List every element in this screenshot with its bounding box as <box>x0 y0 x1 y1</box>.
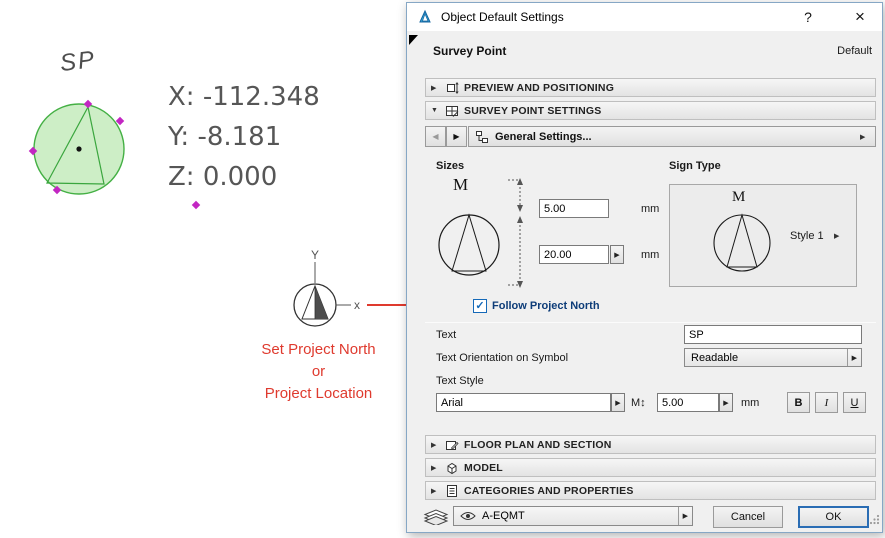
text-style-label: Text Style <box>436 375 484 387</box>
coordinate-y: Y: -8.181 <box>168 122 281 152</box>
preview-positioning-icon <box>445 81 459 95</box>
dropdown-arrow-icon: ▶ <box>847 349 861 366</box>
symbol-size-preview <box>437 212 501 278</box>
coordinate-z: Z: 0.000 <box>168 162 277 192</box>
current-settings-page: General Settings... <box>495 131 592 143</box>
font-size-input[interactable] <box>657 393 719 412</box>
sign-type-preview-box[interactable]: M Style 1 ▶ <box>669 184 857 287</box>
text-orientation-dropdown[interactable]: Readable ▶ <box>684 348 862 367</box>
x-axis-label: x <box>354 298 360 312</box>
dropdown-arrow-icon: ▶ <box>678 507 692 525</box>
layer-name: A-EQMT <box>482 510 525 522</box>
font-size-flyout[interactable]: ▶ <box>719 393 733 412</box>
collapse-arrow-icon: ▶ <box>431 487 440 495</box>
layers-icon[interactable] <box>423 507 449 525</box>
nav-back-button[interactable]: ◀ <box>425 126 446 147</box>
font-size-unit: mm <box>741 397 759 409</box>
object-tool-icon <box>417 9 433 25</box>
floor-plan-icon <box>445 438 459 452</box>
eye-icon <box>460 511 476 521</box>
help-button[interactable]: ? <box>796 9 820 25</box>
general-settings-selector[interactable]: General Settings... ▶ <box>468 126 876 147</box>
close-button[interactable]: × <box>848 7 872 27</box>
element-type-label: Survey Point <box>433 44 506 58</box>
cancel-button[interactable]: Cancel <box>713 506 783 528</box>
panel-preview-and-positioning[interactable]: ▶ PREVIEW AND POSITIONING <box>425 78 876 97</box>
sign-type-symbol-letter: M <box>732 189 745 206</box>
annotation-text: Set Project North or Project Location <box>236 339 401 405</box>
style-name: Style 1 <box>790 230 824 242</box>
italic-button[interactable]: I <box>815 392 838 413</box>
object-default-settings-dialog: Object Default Settings ? × Survey Point… <box>406 2 883 533</box>
symbol-size-unit: mm <box>641 249 659 261</box>
panel-label: MODEL <box>464 462 503 474</box>
symbol-center-dot <box>76 146 81 151</box>
underline-button[interactable]: U <box>843 392 866 413</box>
separator <box>425 322 876 323</box>
style-flyout-icon[interactable]: ▶ <box>834 232 843 240</box>
panel-label: SURVEY POINT SETTINGS <box>464 105 601 117</box>
text-orientation-value: Readable <box>691 352 738 364</box>
sign-type-label: Sign Type <box>669 160 721 172</box>
ok-button[interactable]: OK <box>798 506 869 528</box>
collapse-arrow-icon: ▶ <box>431 84 440 92</box>
y-axis-label: Y <box>311 248 319 262</box>
panel-label: PREVIEW AND POSITIONING <box>464 82 614 94</box>
screen: SP X: -112.348 Y: -8.181 Z: 0.000 Y x Se… <box>0 0 885 538</box>
symbol-size-input[interactable] <box>539 245 609 264</box>
symbol-size-flyout[interactable]: ▶ <box>610 245 624 264</box>
text-orientation-label: Text Orientation on Symbol <box>436 352 568 364</box>
annotation-line-3: Project Location <box>236 383 401 405</box>
coordinate-x: X: -112.348 <box>168 82 320 112</box>
panel-floor-plan-and-section[interactable]: ▶ FLOOR PLAN AND SECTION <box>425 435 876 454</box>
sign-type-symbol <box>711 211 773 275</box>
panel-label: CATEGORIES AND PROPERTIES <box>464 485 634 497</box>
dialog-title: Object Default Settings <box>441 10 564 24</box>
expand-arrow-icon: ▼ <box>431 107 440 114</box>
nav-forward-button[interactable]: ▶ <box>446 126 467 147</box>
panel-scroll-arrow <box>409 35 418 45</box>
follow-project-north-label[interactable]: Follow Project North <box>492 300 600 312</box>
sizes-label: Sizes <box>436 160 464 172</box>
annotation-line-2: or <box>236 361 401 383</box>
panel-categories-and-properties[interactable]: ▶ CATEGORIES AND PROPERTIES <box>425 481 876 500</box>
font-name-input[interactable] <box>436 393 611 412</box>
collapse-arrow-icon: ▶ <box>431 464 440 472</box>
collapse-arrow-icon: ▶ <box>431 441 440 449</box>
resize-grip[interactable] <box>869 512 880 530</box>
size-dimension-lines <box>507 175 533 293</box>
default-label: Default <box>837 45 872 57</box>
annotation-line-1: Set Project North <box>236 339 401 361</box>
text-label: Text <box>436 329 456 341</box>
settings-tree-icon <box>475 130 489 144</box>
text-input[interactable] <box>684 325 862 344</box>
selection-handle[interactable] <box>192 201 200 209</box>
survey-point-settings-icon <box>445 104 459 118</box>
follow-project-north-checkbox[interactable]: ✓ <box>473 299 487 313</box>
bold-button[interactable]: B <box>787 392 810 413</box>
title-bar[interactable]: Object Default Settings ? × <box>407 3 882 31</box>
panel-label: FLOOR PLAN AND SECTION <box>464 439 612 451</box>
north-symbol[interactable]: Y x <box>285 245 377 337</box>
text-size-input[interactable] <box>539 199 609 218</box>
panel-survey-point-settings[interactable]: ▼ SURVEY POINT SETTINGS <box>425 101 876 120</box>
categories-list-icon <box>445 484 459 498</box>
survey-point-text-annotation: SP <box>58 46 97 78</box>
text-size-unit: mm <box>641 203 659 215</box>
flyout-arrow-icon: ▶ <box>860 133 869 141</box>
panel-model[interactable]: ▶ MODEL <box>425 458 876 477</box>
survey-point-symbol[interactable] <box>28 98 130 200</box>
text-height-icon: M↕ <box>631 397 646 409</box>
layer-selector[interactable]: A-EQMT ▶ <box>453 506 693 526</box>
model-cube-icon <box>445 461 459 475</box>
symbol-letter-preview: M <box>453 175 468 195</box>
font-name-flyout[interactable]: ▶ <box>611 393 625 412</box>
